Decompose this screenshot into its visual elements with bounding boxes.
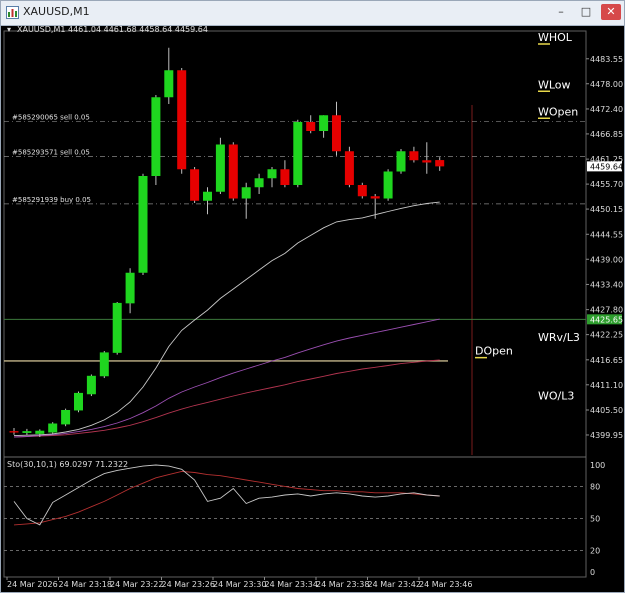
candles: [9, 47, 445, 437]
candle-bear: [409, 151, 419, 161]
candle-bear: [435, 160, 445, 167]
level-label: WO/L3: [538, 390, 574, 403]
time-axis: 24 Mar 2026 24 Mar 23:1824 Mar 23:2224 Ma…: [6, 577, 472, 589]
time-tick-label: 24 Mar 23:30: [213, 580, 266, 589]
ma-mid-line: [13, 318, 440, 438]
close-button[interactable]: ✕: [601, 4, 621, 20]
price-tick-label: 4483.55: [590, 55, 623, 64]
candle-bear: [190, 169, 200, 201]
time-tick-label: 24 Mar 23:18: [59, 580, 112, 589]
price-tick-label: 4455.70: [590, 180, 623, 189]
price-tick-label: 4405.50: [590, 406, 623, 415]
candle-bull: [22, 431, 32, 433]
candle-bull: [383, 171, 393, 199]
window-title: XAUUSD,M1: [23, 5, 90, 18]
sto-tick-label: 100: [590, 461, 605, 470]
sto-tick-label: 80: [590, 482, 600, 491]
time-tick-label: 24 Mar 2026: [7, 580, 58, 589]
candle-bull: [138, 176, 148, 273]
green-line-price-label: 4425.65: [590, 315, 623, 324]
sto-main-line: [13, 464, 440, 526]
level-label: WHOL: [538, 31, 573, 44]
sto-header: Sto(30,10,1) 69.0297 71.2322: [7, 460, 128, 469]
minimize-button[interactable]: –: [551, 4, 571, 20]
time-tick-label: 24 Mar 23:38: [316, 580, 369, 589]
price-tick-label: 4472.40: [590, 105, 623, 114]
price-tick-label: 4411.10: [590, 381, 623, 390]
candle-bear: [306, 122, 316, 131]
price-tick-label: 4416.65: [590, 356, 623, 365]
price-tick-label: 4466.85: [590, 130, 623, 139]
candle-bull: [293, 122, 303, 185]
candle-bull: [35, 430, 45, 434]
sto-tick-label: 0: [590, 568, 595, 577]
candle-bull: [61, 410, 71, 425]
level-label: WLow: [538, 78, 571, 91]
time-tick-label: 24 Mar 23:26: [162, 580, 215, 589]
price-tick-label: 4433.40: [590, 280, 623, 289]
time-tick-label: 24 Mar 23:42: [368, 580, 421, 589]
candle-bull: [241, 187, 251, 199]
sto-tick-label: 50: [590, 515, 600, 524]
dropdown-triangle: ▾: [7, 25, 11, 34]
stochastic-panel: 100 80 50 20 0 Sto(30,10,1) 69.0297 71.2322: [4, 460, 605, 577]
order-label: #585291939 buy 0.05: [12, 196, 91, 204]
time-tick-label: 24 Mar 23:22: [110, 580, 163, 589]
price-tick-label: 4444.55: [590, 230, 623, 239]
candle-bull: [203, 191, 212, 201]
candle-bull: [164, 70, 174, 98]
chart-text: #585290065 sell 0.05 #585293571 sell 0.05…: [7, 25, 580, 403]
order-label: #585293571 sell 0.05: [12, 149, 90, 157]
candle-bear: [9, 431, 19, 433]
candle-bull: [151, 97, 161, 176]
candle-bull: [267, 169, 277, 179]
candle-bull: [86, 375, 96, 395]
price-tick-label: 4439.00: [590, 255, 623, 264]
time-tick-label: 24 Mar 23:34: [265, 580, 318, 589]
candle-bear: [370, 196, 380, 199]
chart-grid: [3, 30, 587, 578]
level-label: WRv/L3: [538, 331, 580, 344]
candle-bull: [396, 151, 406, 172]
candle-bull: [48, 423, 58, 433]
price-tick-label: 4427.80: [590, 306, 623, 315]
symbol-header: XAUUSD,M1 4461.04 4461.68 4458.64 4459.6…: [17, 25, 208, 34]
sto-signal-line: [13, 470, 440, 526]
candle-bear: [344, 151, 354, 185]
current-price-label: 4459.64: [590, 162, 623, 171]
price-tick-label: 4399.95: [590, 431, 623, 440]
candle-bull: [74, 392, 83, 411]
title-bar[interactable]: XAUUSD,M1 – □ ✕: [1, 1, 624, 26]
candle-bull: [215, 144, 225, 192]
candle-bull: [254, 178, 264, 188]
candle-bear: [177, 70, 187, 170]
chart-window: XAUUSD,M1 – □ ✕ 4483.55 4478.00 4472.40 446…: [0, 0, 625, 593]
price-axis: 4483.554478.004472.404466.854461.254455.…: [586, 55, 623, 440]
chart-frame: [3, 30, 587, 578]
level-label: WOpen: [538, 105, 578, 118]
price-tick-label: 4422.25: [590, 331, 623, 340]
price-chart[interactable]: 4483.554478.004472.404466.854461.254455.…: [1, 25, 624, 592]
candle-bull: [125, 272, 135, 304]
maximize-button[interactable]: □: [576, 4, 596, 20]
candle-bear: [422, 160, 432, 163]
candle-bull: [99, 352, 109, 377]
candle-bear: [280, 169, 290, 185]
candle-bull: [112, 302, 122, 353]
candle-bear: [332, 115, 341, 152]
sto-tick-label: 20: [590, 547, 600, 556]
level-label: DOpen: [475, 345, 513, 358]
candle-bear: [357, 185, 367, 197]
candle-bull: [319, 115, 329, 131]
price-tick-label: 4478.00: [590, 80, 623, 89]
order-label: #585290065 sell 0.05: [12, 114, 90, 122]
candle-bear: [228, 144, 238, 199]
time-tick-label: 24 Mar 23:46: [419, 580, 472, 589]
chart-icon: [6, 6, 19, 19]
price-tick-label: 4450.15: [590, 205, 623, 214]
